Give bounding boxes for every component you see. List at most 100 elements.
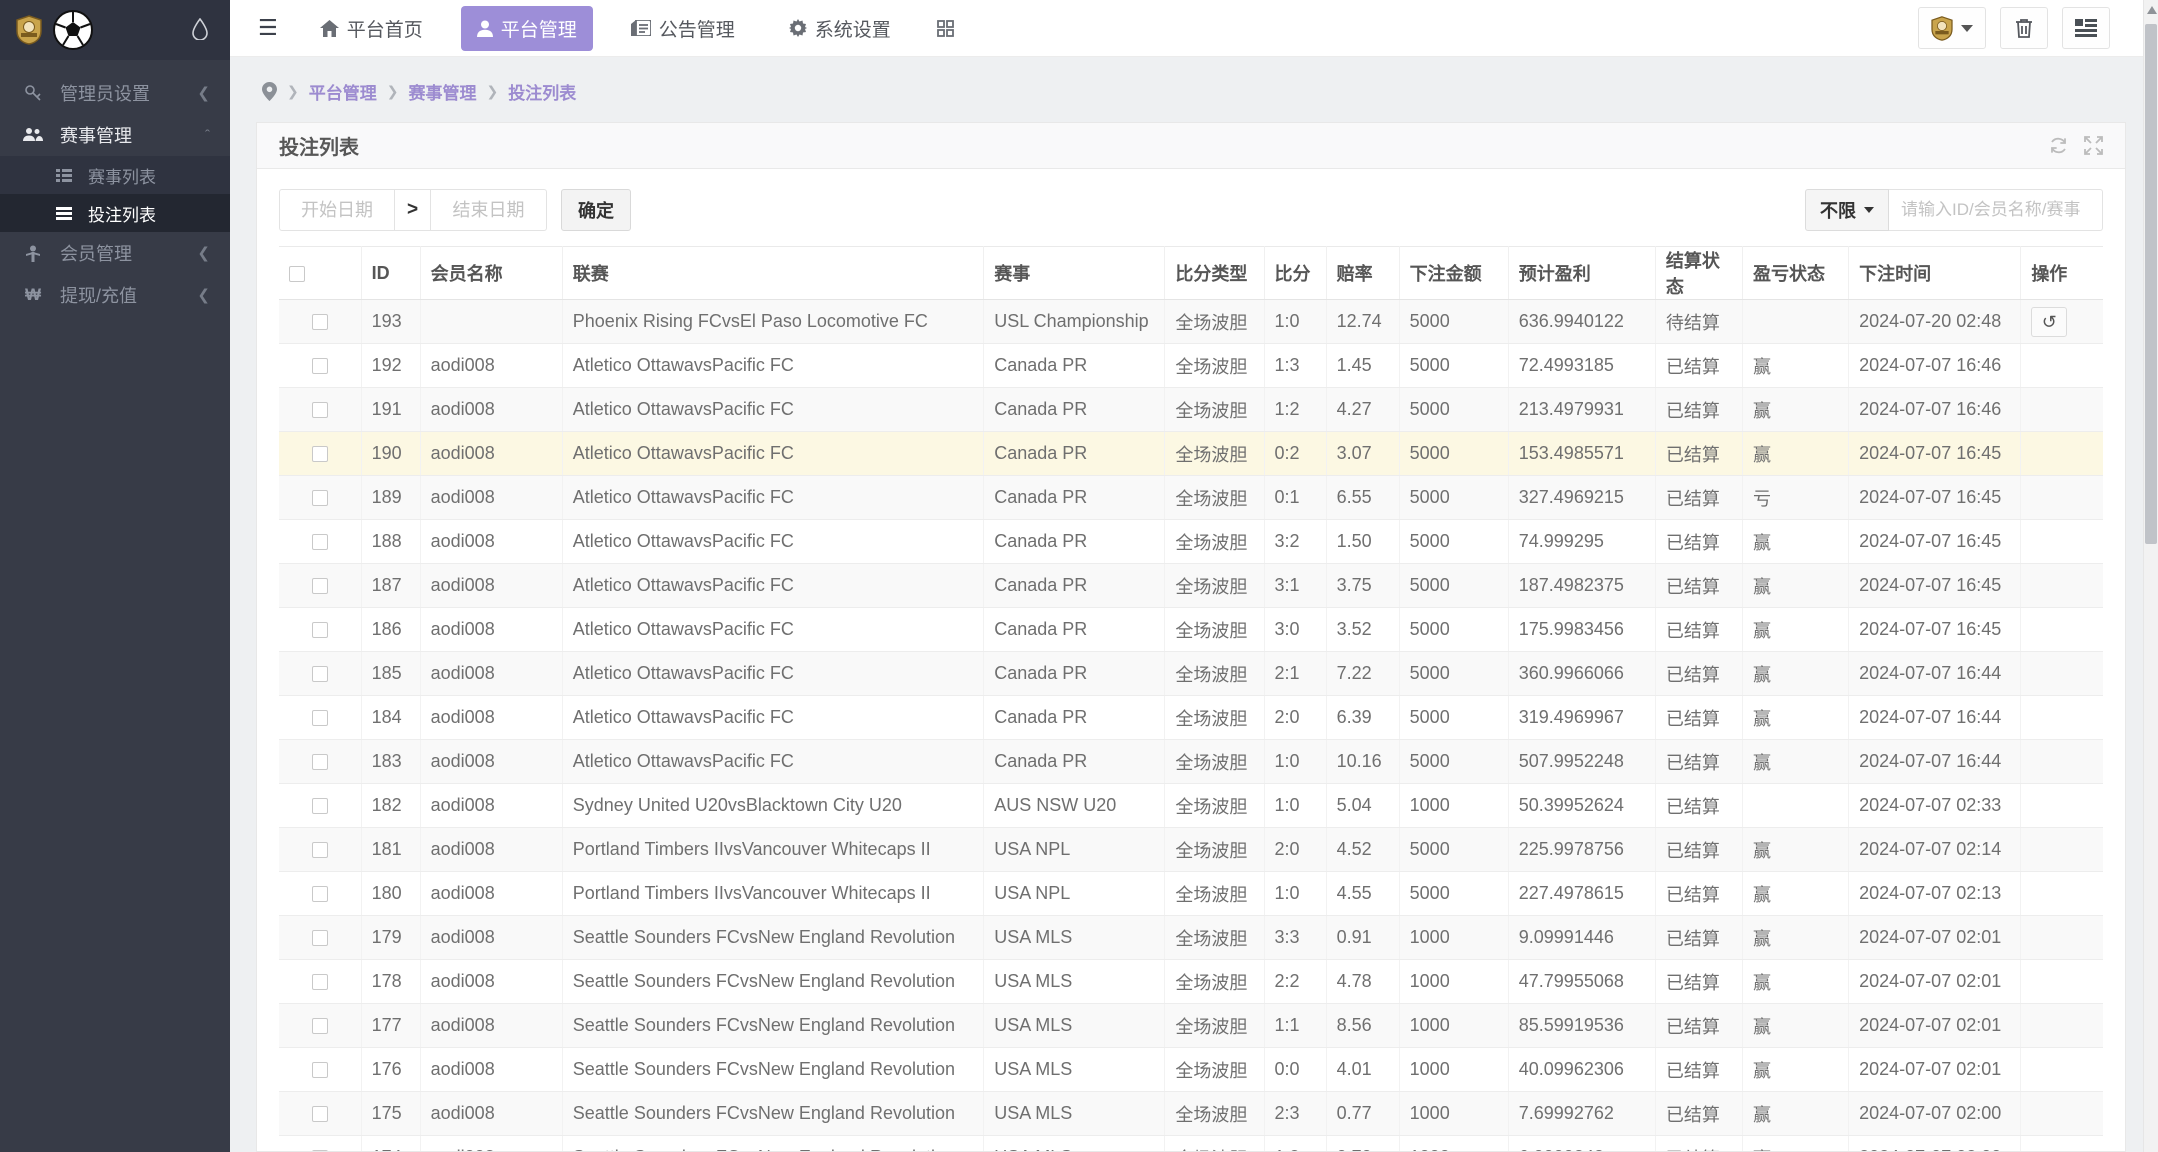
cell-result: 赢 [1742,1047,1850,1092]
nav-item-announcement-management[interactable]: 公告管理 [615,6,751,51]
row-checkbox[interactable] [311,666,328,683]
date-range-arrow-button[interactable]: > [395,189,431,231]
table-row: 177 aodi008 Seattle Sounders FCvsNew Engla… [279,1003,2103,1048]
table-row: 176 aodi008 Seattle Sounders FCvsNew Engla… [279,1047,2103,1092]
trash-button[interactable] [2000,7,2048,49]
vertical-scrollbar[interactable] [2143,0,2158,1152]
cell-amount: 5000 [1399,739,1509,784]
row-checkbox[interactable] [311,446,328,463]
cell-action [2020,607,2103,652]
undo-settle-button[interactable]: ↺ [2031,306,2068,337]
select-all-checkbox[interactable] [289,265,305,282]
sidebar-item-admin-settings[interactable]: 管理员设置 ❮ [0,72,230,114]
cell-amount: 1000 [1399,915,1509,960]
nav-item-apps-grid[interactable] [929,11,962,46]
cell-league: Atletico OttawavsPacific FC [562,695,985,740]
cell-time: 2024-07-07 16:46 [1848,343,2022,388]
cell-score_type: 全场波胆 [1164,783,1265,828]
sidebar-item-member-management[interactable]: 会员管理 ❮ [0,232,230,274]
sidebar: 管理员设置 ❮ 赛事管理 ˆ﻿ 赛事列表 [0,0,230,1152]
table-header-row: ID 会员名称 联赛 赛事 比分类型 比分 赔率 下注金额 预计盈利 结算状态 盈亏状态 下注时间 操作 [279,246,2103,300]
cell-settle: 已结算 [1655,475,1744,520]
nav-item-platform-management[interactable]: 平台管理 [460,5,593,51]
cell-event: Canada PR [983,343,1166,388]
cell-odds: 7.22 [1326,651,1400,696]
bet-list-panel: 投注列表 > 确定 不限 [256,122,2126,1152]
row-checkbox[interactable] [311,402,328,419]
search-input[interactable] [1889,189,2103,231]
start-date-input[interactable] [279,189,395,231]
row-checkbox[interactable] [311,798,328,815]
column-header: 比分类型 [1164,246,1265,300]
cell-result [1742,299,1850,344]
row-checkbox[interactable] [311,358,328,375]
sidebar-item-withdraw-deposit[interactable]: ₩ 提现/充值 ❮ [0,274,230,316]
droplet-icon[interactable] [192,18,208,40]
cell-amount: 5000 [1399,299,1509,344]
row-checkbox[interactable] [311,754,328,771]
row-checkbox[interactable] [311,490,328,507]
column-header: 赔率 [1326,246,1400,300]
expand-icon[interactable] [2084,136,2103,155]
breadcrumb-link-bet-list[interactable]: 投注列表 [508,79,576,104]
panel-header: 投注列表 [257,123,2125,169]
cell-score: 1:2 [1264,387,1327,432]
cell-id: 177 [361,1003,421,1048]
row-checkbox[interactable] [311,578,328,595]
cell-action: ↺ [2020,299,2103,344]
cell-event: Canada PR [983,519,1166,564]
cell-action [2020,431,2103,476]
cell-event: Canada PR [983,739,1166,784]
cell-time: 2024-07-07 16:45 [1848,607,2022,652]
cell-event: Canada PR [983,431,1166,476]
type-filter-dropdown[interactable]: 不限 [1805,189,1889,231]
row-checkbox[interactable] [311,622,328,639]
refresh-icon[interactable] [2049,136,2068,155]
table-body: 193 Phoenix Rising FCvsEl Paso Locomotive… [279,299,2103,1151]
cell-event: USA MLS [983,1003,1166,1048]
row-checkbox[interactable] [311,314,328,331]
panel-toggle-button[interactable] [2062,7,2110,49]
row-checkbox[interactable] [311,1062,328,1079]
sidebar-item-match-management[interactable]: 赛事管理 ˆ [0,114,230,156]
sidebar-item-label: 管理员设置 [60,84,150,104]
row-checkbox-cell [279,651,362,696]
row-checkbox[interactable] [311,930,328,947]
scrollbar-up-arrow-icon[interactable] [2147,6,2157,14]
sidebar-item-match-list[interactable]: 赛事列表 [0,156,230,194]
cell-score_type: 全场波胆 [1164,915,1265,960]
cell-result: 赢 [1742,871,1850,916]
confirm-button[interactable]: 确定 [561,189,631,231]
row-checkbox[interactable] [311,842,328,859]
row-checkbox[interactable] [311,534,328,551]
breadcrumb-separator: ❯ [386,83,399,99]
sidebar-item-bet-list[interactable]: 投注列表 [0,194,230,232]
cell-event: USA MLS [983,1047,1166,1092]
row-checkbox[interactable] [311,1106,328,1123]
row-checkbox[interactable] [311,710,328,727]
row-checkbox-cell [279,695,362,740]
cell-amount: 5000 [1399,563,1509,608]
hamburger-menu-icon[interactable]: ☰ [258,15,278,41]
chevron-left-icon: ❮ [197,245,210,262]
end-date-input[interactable] [431,189,547,231]
nav-item-system-settings[interactable]: 系统设置 [773,6,907,51]
cell-score: 3:3 [1264,915,1327,960]
nav-item-platform-home[interactable]: 平台首页 [304,6,439,51]
column-header: 赛事 [983,246,1166,300]
scrollbar-thumb[interactable] [2145,24,2157,544]
row-checkbox-cell [279,915,362,960]
avatar-dropdown-button[interactable] [1918,7,1986,49]
cell-action [2020,783,2103,828]
row-checkbox[interactable] [311,974,328,991]
cell-score: 0:0 [1264,1047,1327,1092]
row-checkbox-cell [279,1135,362,1151]
row-checkbox[interactable] [311,886,328,903]
cell-score: 3:0 [1264,607,1327,652]
cell-league: Portland Timbers IIvsVancouver Whitecaps… [562,827,985,872]
breadcrumb-link-platform[interactable]: 平台管理 [309,79,377,104]
cell-amount: 5000 [1399,343,1509,388]
row-checkbox[interactable] [311,1018,328,1035]
cell-amount: 1000 [1399,783,1509,828]
breadcrumb-link-match[interactable]: 赛事管理 [408,79,476,104]
